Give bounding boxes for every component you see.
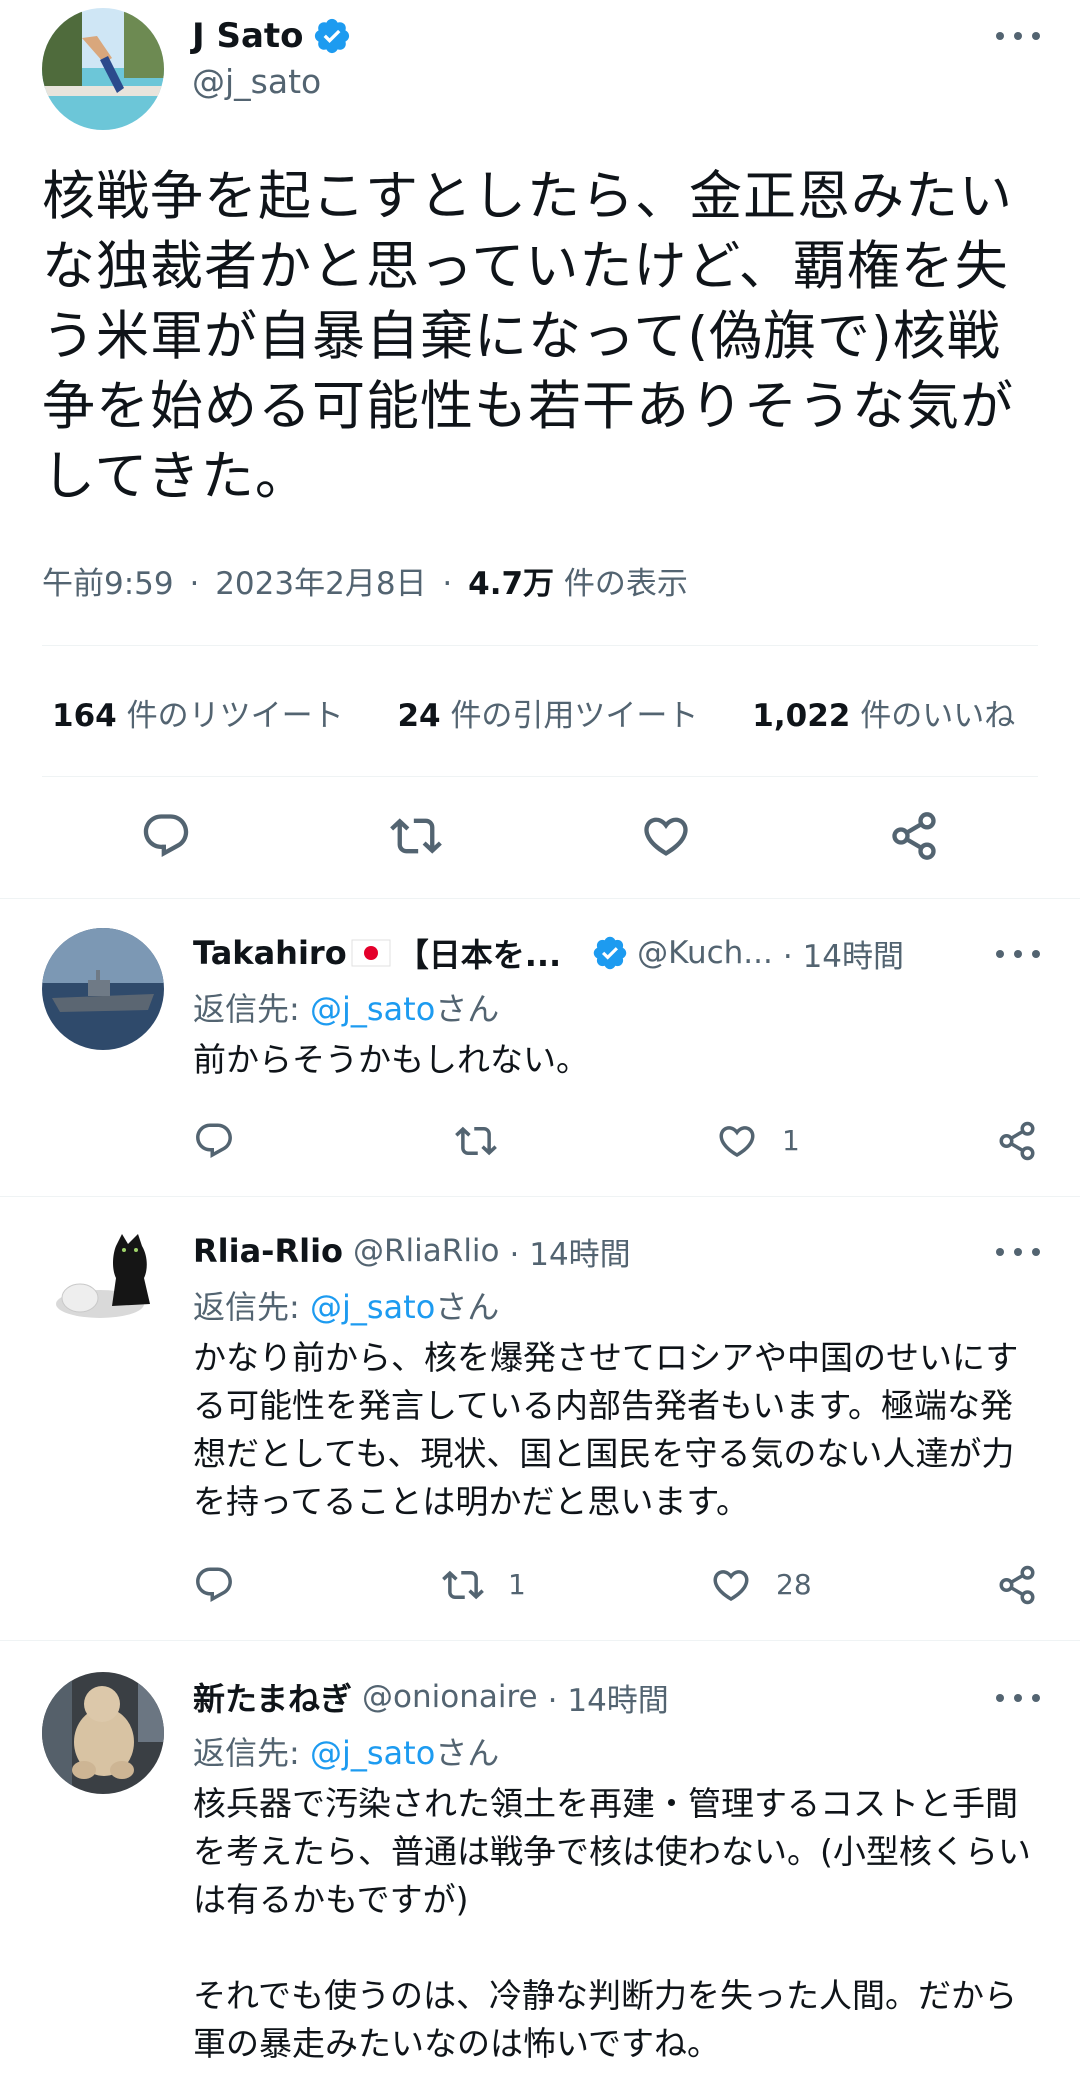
reply-header: 新たまねぎ @onionaire · 14時間 xyxy=(193,1672,669,1722)
more-options-button[interactable] xyxy=(996,944,1040,964)
more-options-button[interactable] xyxy=(996,26,1040,46)
likes-count: 1,022 xyxy=(752,698,851,734)
like-icon[interactable] xyxy=(710,1564,752,1606)
more-options-button[interactable] xyxy=(996,1242,1040,1262)
reply-author-name-suffix[interactable]: 【日本を... xyxy=(397,930,561,976)
retweet-icon[interactable] xyxy=(455,1120,497,1162)
avatar-image xyxy=(42,928,164,1050)
reply-context: 返信先: @j_satoさん xyxy=(193,984,499,1030)
reply-icon[interactable] xyxy=(193,1120,235,1162)
reply-author-name[interactable]: Takahiro xyxy=(193,934,347,972)
likes-stat[interactable]: 1,022 件のいいね xyxy=(752,698,1015,734)
avatar[interactable] xyxy=(42,1672,164,1794)
like-count: 28 xyxy=(776,1568,812,1601)
separator: · xyxy=(442,566,453,602)
share-icon[interactable] xyxy=(996,1120,1038,1162)
reply-author-name[interactable]: 新たまねぎ xyxy=(193,1674,352,1720)
retweet-icon[interactable] xyxy=(442,1564,484,1606)
share-icon[interactable] xyxy=(996,1564,1038,1606)
like-count: 1 xyxy=(782,1124,800,1157)
retweets-label: 件のリツイート xyxy=(126,698,344,734)
japan-flag-icon xyxy=(351,939,391,967)
divider xyxy=(0,1196,1080,1197)
verified-badge-icon xyxy=(593,936,627,970)
likes-label: 件のいいね xyxy=(860,698,1016,734)
reply-author-name[interactable]: Rlia-Rlio xyxy=(193,1232,343,1270)
reply-icon[interactable] xyxy=(193,1564,235,1606)
reply-handle[interactable]: @RliaRlio xyxy=(353,1233,500,1269)
reply-text: 核兵器で汚染された領土を再建・管理するコストと手間を考えたら、普通は戦争で核は使… xyxy=(193,1784,1031,2063)
divider xyxy=(42,645,1038,646)
reply-icon[interactable] xyxy=(140,810,192,862)
more-options-button[interactable] xyxy=(996,1688,1040,1708)
avatar[interactable] xyxy=(42,8,164,130)
reply-suffix: さん xyxy=(435,1288,500,1326)
reply-time[interactable]: · 14時間 xyxy=(510,1229,631,1274)
quotes-stat[interactable]: 24 件の引用ツイート xyxy=(397,698,708,734)
avatar-image xyxy=(42,8,164,130)
reply-prefix: 返信先: xyxy=(193,1288,310,1326)
divider xyxy=(0,1640,1080,1641)
reply-prefix: 返信先: xyxy=(193,990,310,1028)
reply-to-link[interactable]: @j_sato xyxy=(310,1288,435,1326)
divider xyxy=(42,776,1038,777)
verified-badge-icon xyxy=(314,18,349,54)
reply-context: 返信先: @j_satoさん xyxy=(193,1282,499,1328)
reply-header: Takahiro 【日本を... @Kuch... · 14時間 xyxy=(193,928,983,978)
reply-handle[interactable]: @onionaire xyxy=(362,1679,538,1715)
reply-header: Rlia-Rlio @RliaRlio · 14時間 xyxy=(193,1226,631,1276)
retweets-count: 164 xyxy=(52,698,117,734)
author-name-row[interactable]: J Sato xyxy=(192,10,352,62)
quotes-label: 件の引用ツイート xyxy=(450,698,699,734)
author-name[interactable]: J Sato xyxy=(192,16,304,56)
divider xyxy=(0,898,1080,899)
reply-prefix: 返信先: xyxy=(193,1734,310,1772)
retweets-stat[interactable]: 164 件のリツイート xyxy=(52,698,353,734)
tweet-meta: 午前9:59 · 2023年2月8日 · 4.7万 件の表示 xyxy=(42,558,688,603)
share-icon[interactable] xyxy=(888,810,940,862)
reply-context: 返信先: @j_satoさん xyxy=(193,1728,499,1774)
tweet-stats: 164 件のリツイート 24 件の引用ツイート 1,022 件のいいね xyxy=(52,690,1015,735)
avatar-image xyxy=(42,1672,164,1794)
reply-time[interactable]: · 14時間 xyxy=(783,931,904,976)
reply-suffix: さん xyxy=(435,990,500,1028)
views-count[interactable]: 4.7万 xyxy=(468,566,554,602)
reply-handle[interactable]: @Kuch... xyxy=(637,935,773,971)
avatar[interactable] xyxy=(42,1226,164,1348)
tweet-date[interactable]: 2023年2月8日 xyxy=(215,566,426,602)
reply-to-link[interactable]: @j_sato xyxy=(310,990,435,1028)
tweet-time[interactable]: 午前9:59 xyxy=(42,566,174,602)
tweet-text: 核戦争を起こすとしたら、金正恩みたいな独裁者かと思っていたけど、覇権を失う米軍が… xyxy=(42,166,1014,507)
reply-to-link[interactable]: @j_sato xyxy=(310,1734,435,1772)
retweet-icon[interactable] xyxy=(390,810,442,862)
retweet-count: 1 xyxy=(508,1568,526,1601)
author-handle[interactable]: @j_sato xyxy=(192,62,321,101)
avatar-image xyxy=(42,1226,164,1348)
like-icon[interactable] xyxy=(716,1120,758,1162)
reply-time[interactable]: · 14時間 xyxy=(548,1675,669,1720)
reply-suffix: さん xyxy=(435,1734,500,1772)
reply-text: 前からそうかもしれない。 xyxy=(193,1040,589,1079)
quotes-count: 24 xyxy=(397,698,441,734)
views-label: 件の表示 xyxy=(563,566,688,602)
like-icon[interactable] xyxy=(640,810,692,862)
reply-text: かなり前から、核を爆発させてロシアや中国のせいにする可能性を発言している内部告発… xyxy=(193,1338,1019,1521)
avatar[interactable] xyxy=(42,928,164,1050)
separator: · xyxy=(189,566,200,602)
